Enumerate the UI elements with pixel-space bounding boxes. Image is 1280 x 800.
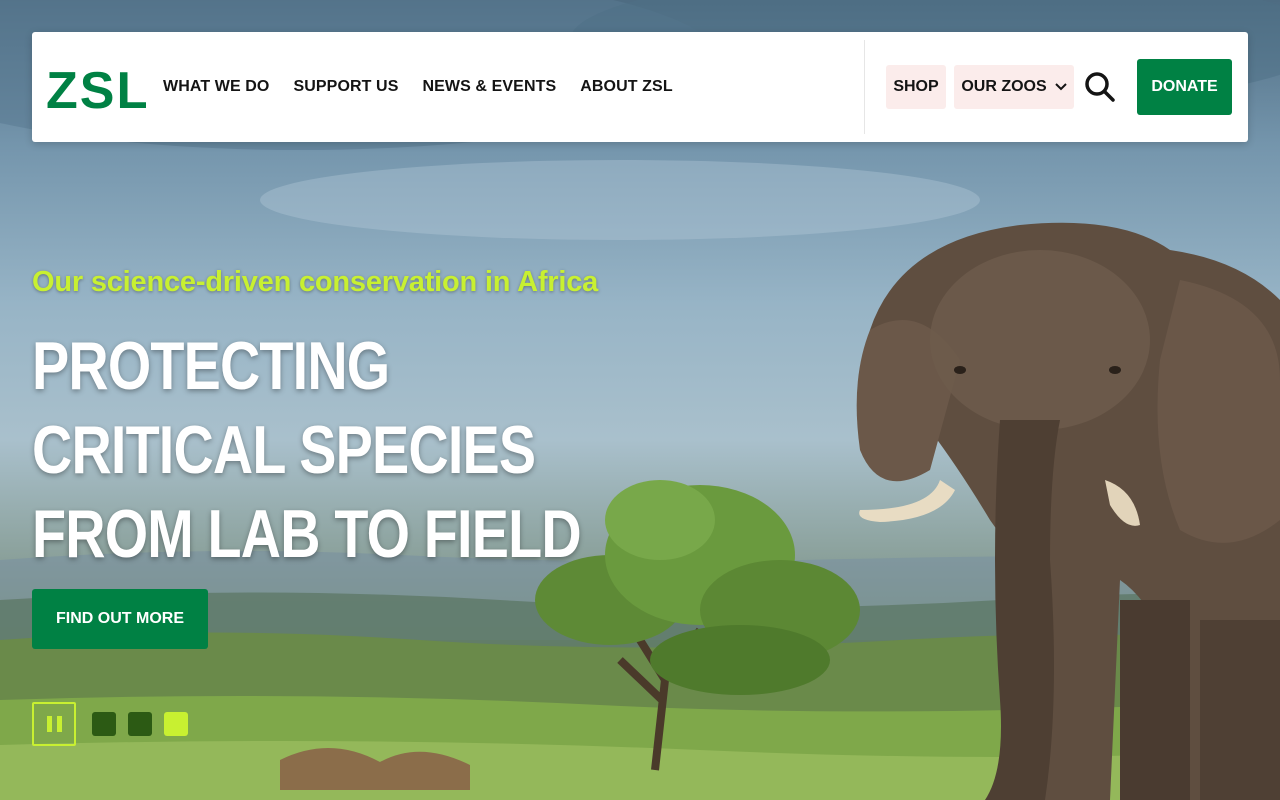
hero-kicker: Our science-driven conservation in Afric… (32, 266, 599, 298)
find-out-more-button[interactable]: FIND OUT MORE (32, 589, 208, 649)
zsl-logo[interactable]: ZSL (46, 60, 146, 114)
shop-button[interactable]: SHOP (886, 65, 946, 109)
search-icon[interactable] (1084, 71, 1116, 103)
hero-headline: PROTECTING CRITICAL SPECIES FROM LAB TO … (32, 324, 701, 576)
carousel-dot-2[interactable] (128, 712, 152, 736)
nav-link-about-zsl[interactable]: ABOUT ZSL (580, 78, 672, 96)
zsl-logo-text: ZSL (46, 62, 146, 114)
carousel-pause-button[interactable] (32, 702, 76, 746)
nav-divider (864, 40, 865, 134)
nav-link-support-us[interactable]: SUPPORT US (293, 78, 398, 96)
main-navigation: WHAT WE DO SUPPORT US NEWS & EVENTS ABOU… (163, 32, 673, 142)
carousel-dot-3-active[interactable] (164, 712, 188, 736)
nav-link-news-events[interactable]: NEWS & EVENTS (422, 78, 556, 96)
nav-link-what-we-do[interactable]: WHAT WE DO (163, 78, 269, 96)
chevron-down-icon (1054, 83, 1067, 91)
site-header: ZSL WHAT WE DO SUPPORT US NEWS & EVENTS … (32, 32, 1248, 142)
hero-headline-line-3: FROM LAB TO FIELD (32, 496, 582, 572)
our-zoos-dropdown[interactable]: OUR ZOOS (954, 65, 1074, 109)
shop-label: SHOP (893, 78, 939, 95)
hero-headline-line-2: CRITICAL SPECIES (32, 412, 536, 488)
donate-label: DONATE (1151, 78, 1218, 95)
pause-icon-bar (56, 716, 62, 732)
hero-banner: ZSL WHAT WE DO SUPPORT US NEWS & EVENTS … (0, 0, 1280, 800)
hero-headline-line-1: PROTECTING (32, 328, 390, 404)
our-zoos-label: OUR ZOOS (961, 78, 1047, 95)
carousel-dot-1[interactable] (92, 712, 116, 736)
pause-icon-bar (46, 716, 52, 732)
donate-button[interactable]: DONATE (1137, 59, 1232, 115)
find-out-more-label: FIND OUT MORE (56, 610, 184, 627)
